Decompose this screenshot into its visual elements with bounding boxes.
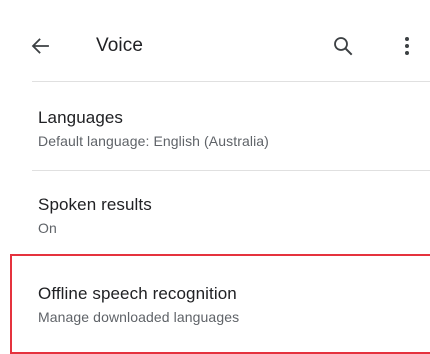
app-bar-divider xyxy=(32,81,430,82)
divider xyxy=(32,170,430,171)
divider xyxy=(32,254,430,255)
more-options-button[interactable] xyxy=(395,32,419,60)
setting-title: Spoken results xyxy=(38,195,152,214)
setting-subtitle: Default language: English (Australia) xyxy=(38,133,269,149)
setting-item-offline-speech-recognition[interactable]: Offline speech recognition Manage downlo… xyxy=(0,283,430,326)
more-vert-icon xyxy=(405,37,409,55)
back-button[interactable] xyxy=(26,32,54,60)
app-bar: Voice xyxy=(0,0,430,82)
page-title: Voice xyxy=(96,35,143,56)
search-icon xyxy=(334,37,353,56)
arrow-back-icon xyxy=(31,38,49,54)
setting-item-languages[interactable]: Languages Default language: English (Aus… xyxy=(0,107,430,150)
setting-title: Languages xyxy=(38,108,124,127)
setting-title: Offline speech recognition xyxy=(38,284,237,303)
setting-subtitle: On xyxy=(38,220,57,236)
setting-subtitle: Manage downloaded languages xyxy=(38,309,240,325)
setting-item-spoken-results[interactable]: Spoken results On xyxy=(0,194,430,237)
search-button[interactable] xyxy=(329,32,357,60)
